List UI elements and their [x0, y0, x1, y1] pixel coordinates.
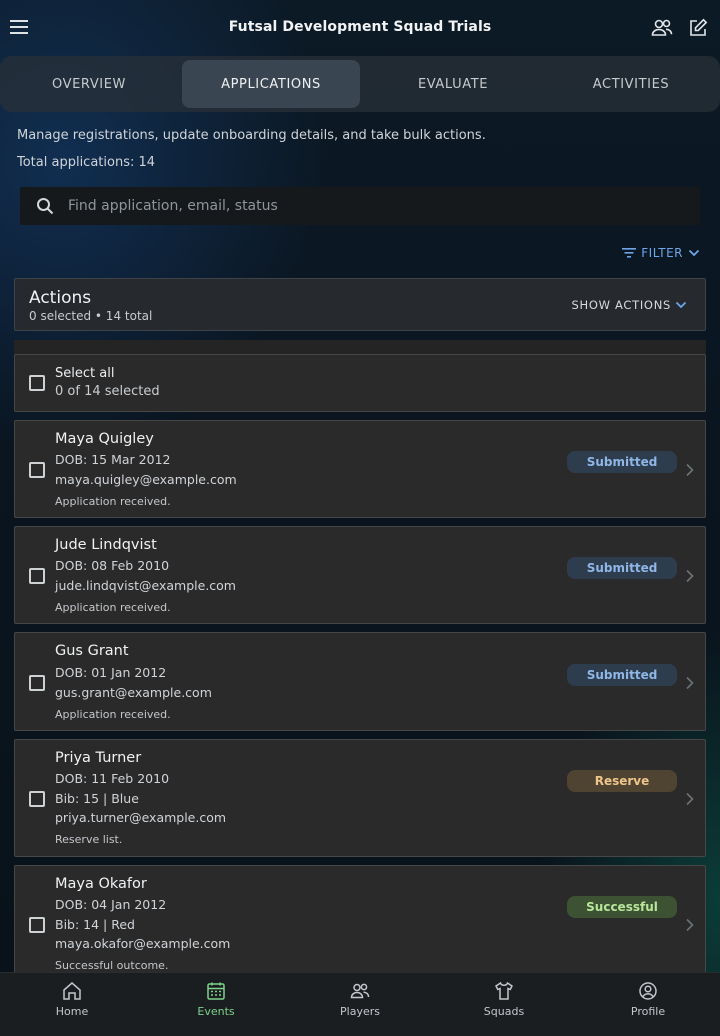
nav-label: Events — [197, 1005, 235, 1018]
status-badge: Submitted — [567, 664, 677, 686]
actions-summary: 0 selected • 14 total — [29, 309, 153, 323]
applicant-email: gus.grant@example.com — [55, 685, 212, 700]
select-all-checkbox[interactable] — [29, 375, 45, 391]
calendar-icon — [207, 982, 225, 1000]
nav-label: Squads — [483, 1005, 525, 1018]
applicant-email: maya.okafor@example.com — [55, 936, 231, 951]
row-checkbox[interactable] — [29, 675, 45, 691]
filter-icon — [622, 248, 637, 258]
application-row[interactable]: Maya Okafor DOB: 04 Jan 2012 Bib: 14 | R… — [14, 865, 706, 985]
top-app-bar: Futsal Development Squad Trials — [0, 0, 720, 56]
tab-activities[interactable]: ACTIVITIES — [542, 56, 720, 112]
status-badge: Successful — [567, 896, 677, 918]
applicant-bib: Bib: 14 | Red — [55, 917, 135, 932]
chevron-down-icon — [675, 301, 687, 309]
status-badge: Reserve — [567, 770, 677, 792]
applicant-note: Application received. — [55, 601, 171, 614]
shirt-icon — [495, 981, 513, 1000]
nav-label: Profile — [630, 1005, 666, 1018]
select-all-row[interactable]: Select all 0 of 14 selected — [14, 354, 706, 412]
filter-label: FILTER — [641, 246, 683, 260]
applicant-dob: DOB: 01 Jan 2012 — [55, 665, 167, 680]
filter-button[interactable]: FILTER — [622, 246, 700, 260]
applicant-email: jude.lindqvist@example.com — [55, 578, 236, 593]
nav-profile[interactable]: Profile — [576, 973, 720, 1036]
row-checkbox[interactable] — [29, 462, 45, 478]
applicant-dob: DOB: 04 Jan 2012 — [55, 897, 167, 912]
chevron-right-icon — [686, 569, 694, 583]
selected-count: 0 of 14 selected — [55, 384, 160, 399]
applicant-note: Successful outcome. — [55, 959, 169, 972]
applicant-name: Jude Lindqvist — [55, 537, 157, 553]
actions-title: Actions — [29, 288, 92, 308]
applicant-name: Maya Quigley — [55, 431, 154, 447]
page-title: Futsal Development Squad Trials — [228, 19, 492, 35]
actions-panel: Actions 0 selected • 14 total SHOW ACTIO… — [14, 278, 706, 331]
status-badge: Submitted — [567, 557, 677, 579]
tab-bar: OVERVIEW APPLICATIONS EVALUATE ACTIVITIE… — [0, 56, 720, 112]
search-bar — [20, 187, 700, 225]
row-checkbox[interactable] — [29, 791, 45, 807]
nav-events[interactable]: Events — [144, 973, 288, 1036]
applicant-name: Gus Grant — [55, 643, 129, 659]
nav-home[interactable]: Home — [0, 973, 144, 1036]
applicant-note: Application received. — [55, 495, 171, 508]
chevron-down-icon — [688, 249, 700, 257]
tab-applications[interactable]: APPLICATIONS — [182, 60, 360, 108]
applicant-dob: DOB: 08 Feb 2010 — [55, 558, 170, 573]
applicant-note: Application received. — [55, 708, 171, 721]
participants-icon[interactable] — [650, 16, 674, 40]
application-row[interactable]: Jude Lindqvist DOB: 08 Feb 2010 jude.lin… — [14, 526, 706, 624]
chevron-right-icon — [686, 463, 694, 477]
applicant-bib: Bib: 15 | Blue — [55, 791, 139, 806]
status-badge: Submitted — [567, 451, 677, 473]
user-circle-icon — [639, 982, 657, 1000]
nav-label: Players — [340, 1005, 380, 1018]
row-checkbox[interactable] — [29, 568, 45, 584]
chevron-right-icon — [686, 918, 694, 932]
search-input[interactable] — [68, 187, 668, 225]
applicant-dob: DOB: 15 Mar 2012 — [55, 452, 171, 467]
application-row[interactable]: Maya Quigley DOB: 15 Mar 2012 maya.quigl… — [14, 420, 706, 518]
total-applications: Total applications: 14 — [17, 155, 156, 170]
applicant-email: priya.turner@example.com — [55, 810, 227, 825]
applicant-name: Maya Okafor — [55, 876, 147, 892]
applicant-dob: DOB: 11 Feb 2010 — [55, 771, 170, 786]
applicant-name: Priya Turner — [55, 750, 142, 766]
show-actions-label: SHOW ACTIONS — [571, 298, 671, 312]
applicant-note: Reserve list. — [55, 833, 123, 846]
chevron-right-icon — [686, 792, 694, 806]
home-icon — [63, 982, 81, 1000]
select-all-label: Select all — [55, 366, 115, 381]
search-icon — [36, 197, 54, 215]
people-icon — [350, 983, 370, 999]
row-checkbox[interactable] — [29, 917, 45, 933]
edit-icon[interactable] — [686, 16, 710, 40]
chevron-right-icon — [686, 676, 694, 690]
show-actions-button[interactable]: SHOW ACTIONS — [572, 298, 688, 312]
application-row[interactable]: Gus Grant DOB: 01 Jan 2012 gus.grant@exa… — [14, 632, 706, 731]
nav-label: Home — [55, 1005, 89, 1018]
application-row[interactable]: Priya Turner DOB: 11 Feb 2010 Bib: 15 | … — [14, 739, 706, 857]
tab-overview[interactable]: OVERVIEW — [0, 56, 178, 112]
nav-squads[interactable]: Squads — [432, 973, 576, 1036]
tab-evaluate[interactable]: EVALUATE — [364, 56, 542, 112]
intro-description: Manage registrations, update onboarding … — [17, 128, 486, 143]
applicant-email: maya.quigley@example.com — [55, 472, 237, 487]
nav-players[interactable]: Players — [288, 973, 432, 1036]
bottom-navigation: Home Events Players Squads Profile — [0, 972, 720, 1036]
list-header-strip — [14, 340, 706, 354]
